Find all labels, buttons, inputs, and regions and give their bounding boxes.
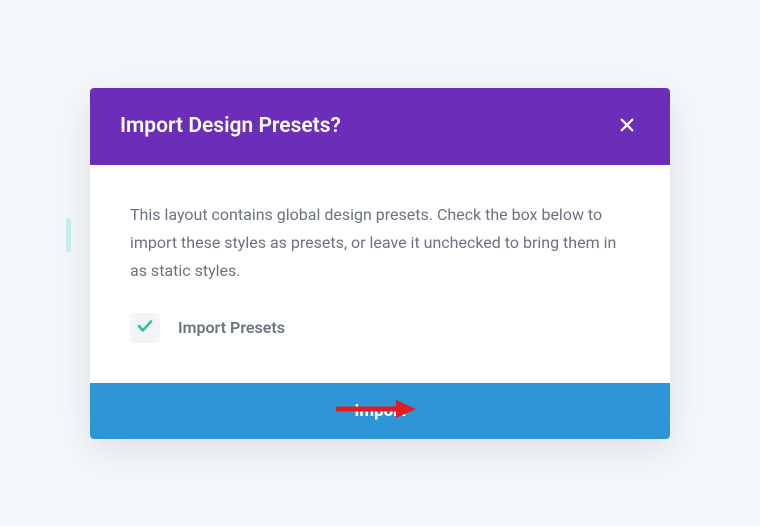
close-button[interactable] — [614, 112, 640, 141]
import-presets-modal: Import Design Presets? This layout conta… — [90, 88, 670, 439]
checkbox-label: Import Presets — [178, 318, 285, 337]
modal-header: Import Design Presets? — [90, 88, 670, 165]
modal-title: Import Design Presets? — [120, 114, 341, 138]
import-button-label: Import — [354, 401, 405, 421]
checkmark-icon — [136, 317, 154, 339]
modal-body: This layout contains global design prese… — [90, 165, 670, 383]
left-accent-bar — [66, 218, 71, 252]
checkbox-row: Import Presets — [130, 313, 630, 343]
import-presets-checkbox[interactable] — [130, 313, 160, 343]
import-button[interactable]: Import — [90, 383, 670, 439]
close-icon — [618, 116, 636, 137]
modal-description: This layout contains global design prese… — [130, 201, 630, 285]
